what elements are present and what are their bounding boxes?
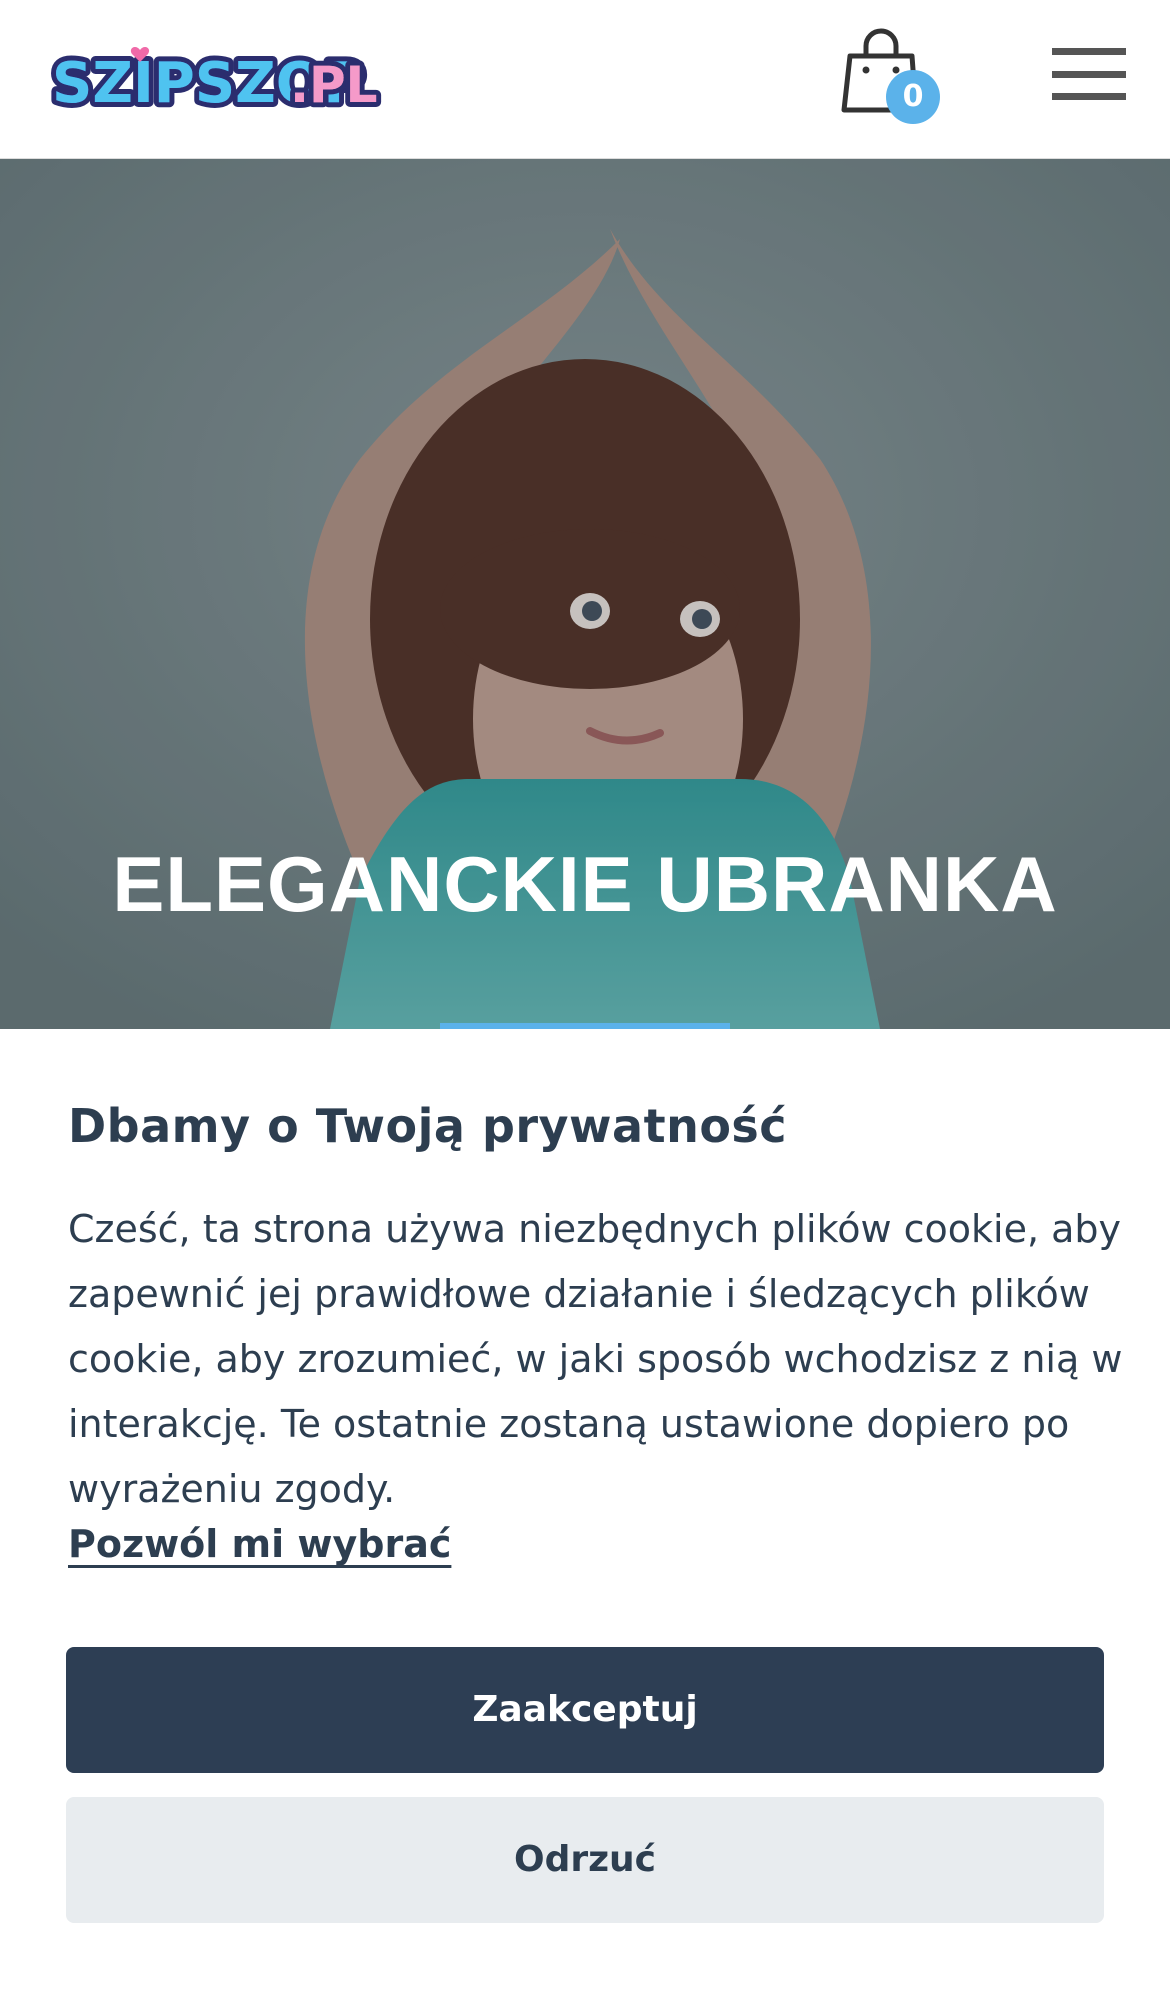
cart-button[interactable]: 0 <box>836 26 946 126</box>
accept-button[interactable]: Zaakceptuj <box>66 1647 1104 1773</box>
hero-title: ELEGANCKIE UBRANKA <box>112 840 1058 928</box>
cookie-consent-panel: Dbamy o Twoją prywatność Cześć, ta stron… <box>0 1029 1170 1992</box>
consent-title: Dbamy o Twoją prywatność <box>68 1099 788 1153</box>
menu-line <box>1052 93 1126 100</box>
site-logo[interactable]: SZIPSZOP SZIPSZOP .PL .PL <box>44 40 384 121</box>
hamburger-menu-icon[interactable] <box>1052 48 1126 100</box>
svg-text:.PL: .PL <box>290 56 378 114</box>
cart-count-badge: 0 <box>886 70 940 124</box>
hero-banner[interactable]: ELEGANCKIE UBRANKA <box>0 159 1170 1029</box>
reject-button[interactable]: Odrzuć <box>66 1797 1104 1923</box>
logo-graphic: SZIPSZOP SZIPSZOP .PL .PL <box>47 46 383 121</box>
menu-line <box>1052 70 1126 78</box>
site-header: SZIPSZOP SZIPSZOP .PL .PL 0 <box>0 0 1170 159</box>
customize-cookies-link[interactable]: Pozwól mi wybrać <box>68 1522 451 1566</box>
menu-line <box>1052 48 1126 55</box>
consent-description: Cześć, ta strona używa niezbędnych plikó… <box>68 1207 1123 1511</box>
